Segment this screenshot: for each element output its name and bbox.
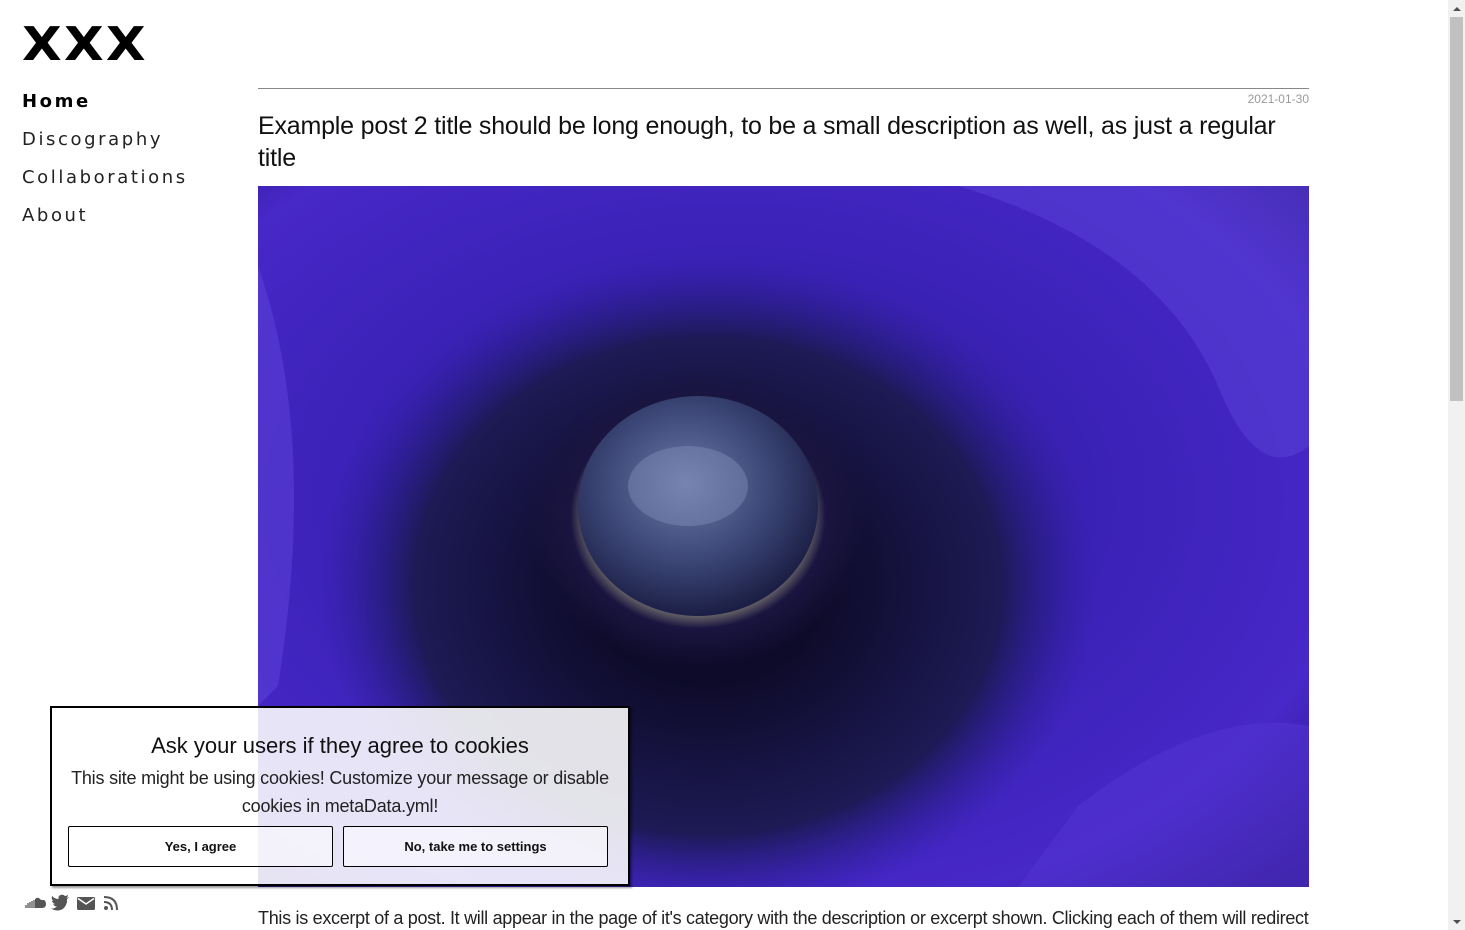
vertical-scrollbar[interactable] xyxy=(1448,0,1465,930)
nav-item-about[interactable]: About xyxy=(22,204,188,242)
nav-item-discography[interactable]: Discography xyxy=(22,128,188,166)
cookie-actions: Yes, I agree No, take me to settings xyxy=(68,826,608,867)
cookie-settings-button[interactable]: No, take me to settings xyxy=(343,826,608,867)
scrollbar-thumb[interactable] xyxy=(1450,17,1463,401)
cookie-agree-button[interactable]: Yes, I agree xyxy=(68,826,333,867)
twitter-icon[interactable] xyxy=(50,894,70,912)
post-title[interactable]: Example post 2 title should be long enou… xyxy=(258,110,1309,174)
nav-link-discography[interactable]: Discography xyxy=(22,129,163,150)
main-nav: Home Discography Collaborations About xyxy=(22,90,188,242)
site-logo[interactable]: XXX xyxy=(22,21,146,67)
nav-item-home[interactable]: Home xyxy=(22,90,188,128)
nav-link-about[interactable]: About xyxy=(22,205,88,226)
page: XXX Home Discography Collaborations Abou… xyxy=(0,0,1465,930)
soundcloud-icon[interactable] xyxy=(24,894,46,912)
post-excerpt: This is excerpt of a post. It will appea… xyxy=(258,908,1309,928)
cookie-title: Ask your users if they agree to cookies xyxy=(151,733,529,758)
social-links xyxy=(24,894,122,912)
cookie-message: This site might be using cookies! Custom… xyxy=(71,768,609,816)
logo-text[interactable]: XXX xyxy=(22,21,148,67)
email-icon[interactable] xyxy=(76,894,96,912)
nav-link-collaborations[interactable]: Collaborations xyxy=(22,167,188,188)
post-divider xyxy=(258,88,1309,89)
rss-icon[interactable] xyxy=(102,894,122,912)
nav-item-collaborations[interactable]: Collaborations xyxy=(22,166,188,204)
cookie-consent-banner: Ask your users if they agree to cookies … xyxy=(50,706,630,886)
scroll-down-arrow-icon[interactable] xyxy=(1448,913,1465,930)
nav-link-home[interactable]: Home xyxy=(22,91,91,112)
scroll-up-arrow-icon[interactable] xyxy=(1448,0,1465,17)
post-date: 2021-01-30 xyxy=(1247,92,1309,106)
